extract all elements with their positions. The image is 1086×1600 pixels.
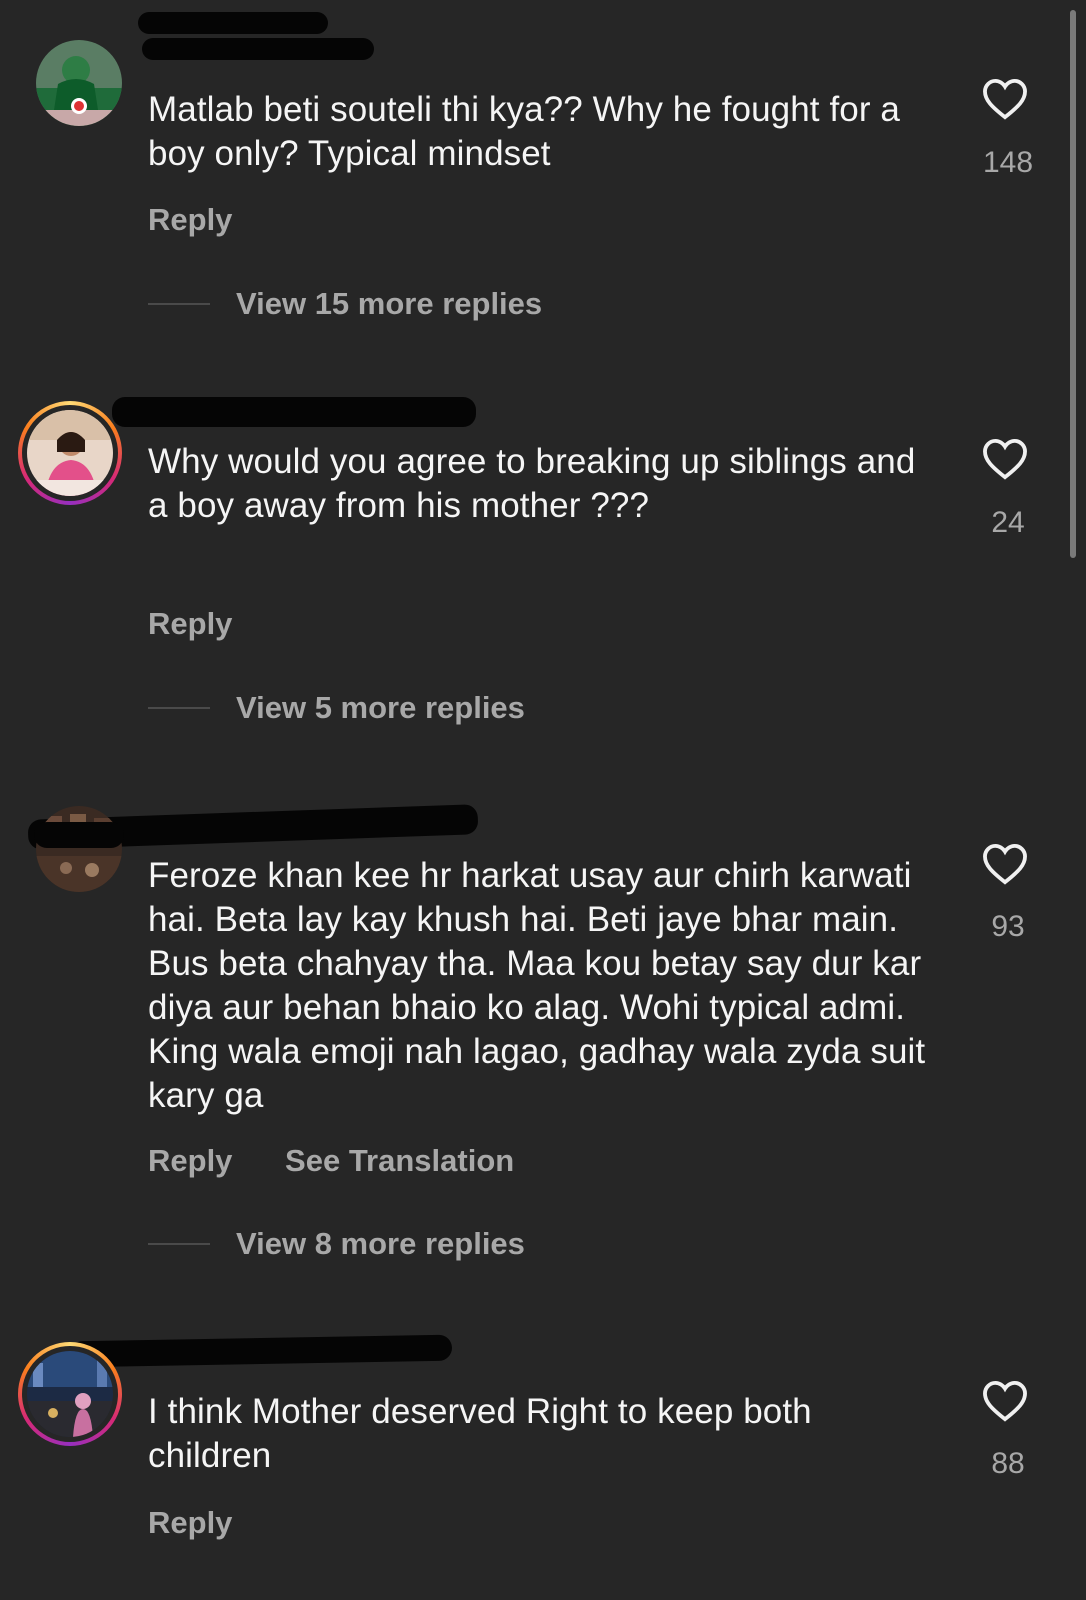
username-redaction xyxy=(138,12,328,34)
avatar[interactable] xyxy=(18,401,122,505)
heart-outline-icon xyxy=(983,843,1027,885)
username-redaction xyxy=(69,1334,453,1368)
comment-text: I think Mother deserved Right to keep bo… xyxy=(148,1392,822,1475)
avatar[interactable] xyxy=(36,806,122,892)
heart-outline-icon xyxy=(983,1380,1027,1422)
heart-outline-icon xyxy=(983,78,1027,120)
comment-actions: Reply xyxy=(148,606,276,642)
avatar[interactable] xyxy=(18,1342,122,1446)
view-more-replies-label: View 8 more replies xyxy=(236,1226,525,1261)
comment-actions: Reply xyxy=(148,202,276,238)
view-more-replies[interactable]: View 5 more replies xyxy=(148,690,525,726)
like-button[interactable] xyxy=(982,438,1028,480)
comment-actions: Reply xyxy=(148,1505,276,1541)
view-more-replies[interactable]: View 15 more replies xyxy=(148,286,542,322)
reply-button[interactable]: Reply xyxy=(148,606,232,641)
divider-line xyxy=(148,303,210,305)
like-count: 88 xyxy=(991,1447,1025,1480)
reply-button[interactable]: Reply xyxy=(148,202,232,237)
see-translation-button[interactable]: See Translation xyxy=(285,1143,514,1178)
like-button[interactable] xyxy=(982,843,1028,885)
view-more-replies[interactable]: View 8 more replies xyxy=(148,1226,525,1262)
like-count: 93 xyxy=(991,910,1025,943)
username-redaction xyxy=(112,397,476,427)
comment-text: Feroze khan kee hr harkat usay aur chirh… xyxy=(148,856,936,1115)
comment-text: Matlab beti souteli thi kya?? Why he fou… xyxy=(148,90,910,173)
avatar[interactable] xyxy=(36,40,122,126)
heart-outline-icon xyxy=(983,438,1027,480)
like-button[interactable] xyxy=(982,78,1028,120)
like-count: 148 xyxy=(982,146,1034,179)
reply-button[interactable]: Reply xyxy=(148,1505,232,1540)
username-redaction xyxy=(142,38,374,60)
view-more-replies-label: View 5 more replies xyxy=(236,690,525,725)
avatar-redaction xyxy=(34,822,124,848)
view-more-replies-label: View 15 more replies xyxy=(236,286,543,321)
comment-text: Why would you agree to breaking up sibli… xyxy=(148,442,926,525)
reply-button[interactable]: Reply xyxy=(148,1143,232,1178)
comment-actions: Reply See Translation xyxy=(148,1143,558,1179)
like-button[interactable] xyxy=(982,1380,1028,1422)
divider-line xyxy=(148,1243,210,1245)
like-count: 24 xyxy=(991,506,1025,539)
scrollbar[interactable] xyxy=(1070,10,1076,558)
divider-line xyxy=(148,707,210,709)
